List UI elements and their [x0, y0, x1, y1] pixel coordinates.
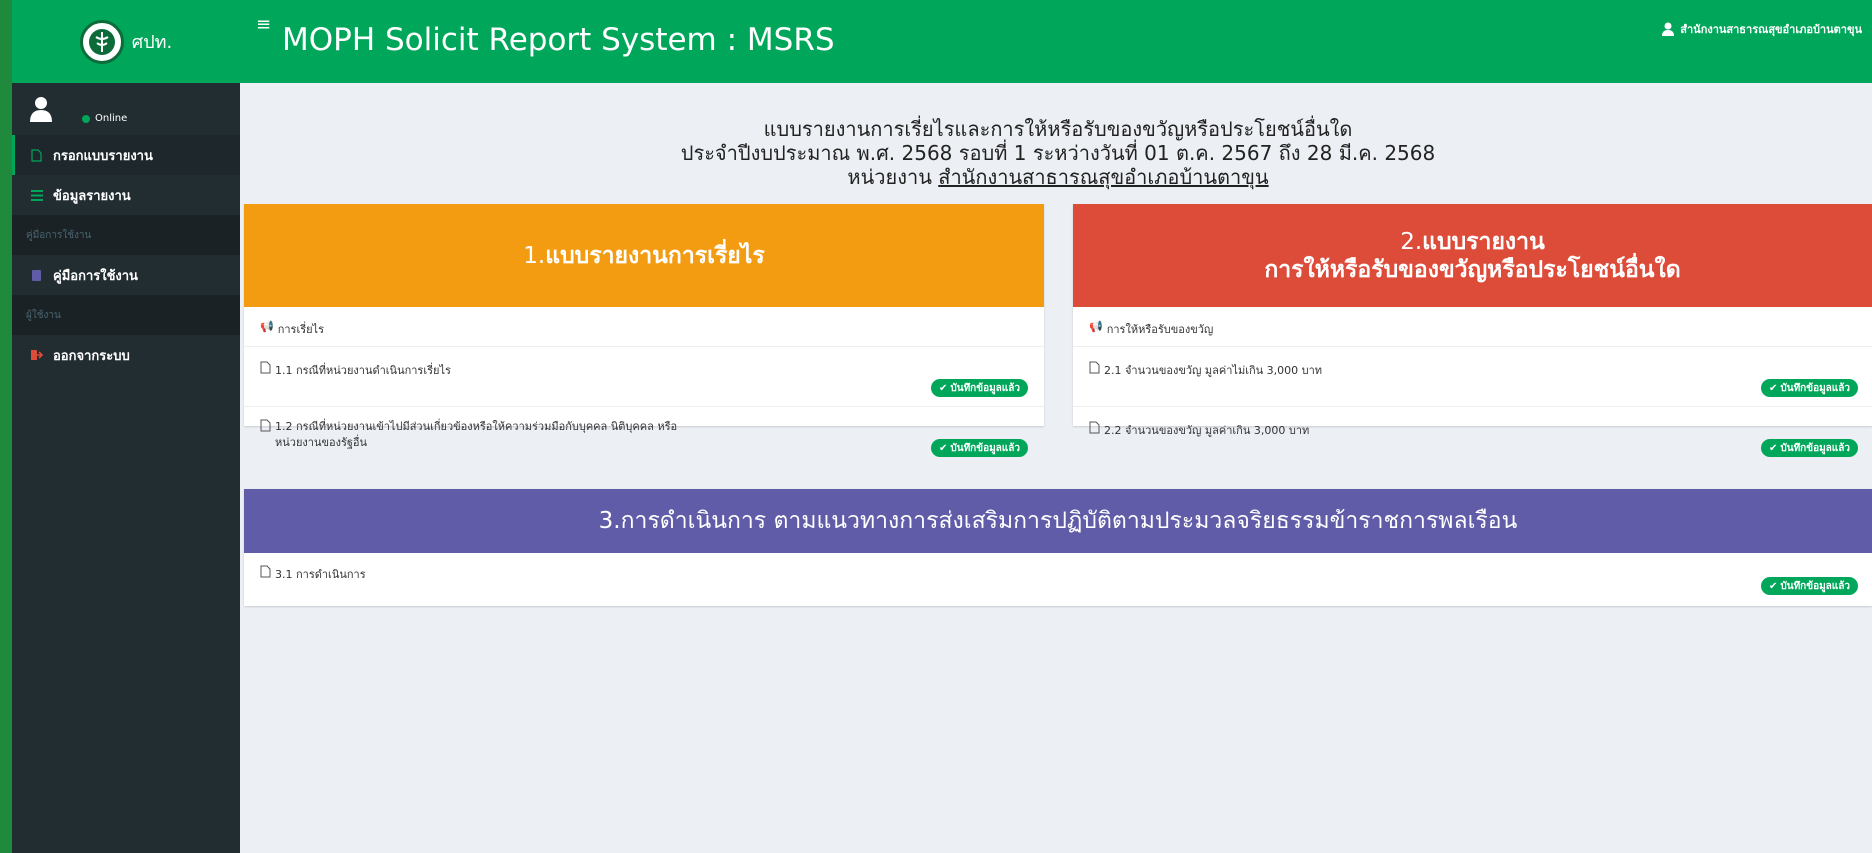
panel-solicitation: 1. แบบรายงานการเรี่ยไร 📢 การเรี่ยไร 1.1 ก… [244, 204, 1044, 457]
report-title: แบบรายงานการเรี่ยไรและการให้หรือรับของขว… [240, 117, 1872, 189]
panel-title-line1: แบบรายงาน [1422, 228, 1545, 255]
panel-header: 1. แบบรายงานการเรี่ยไร [244, 204, 1044, 307]
check-icon: ✔ [1769, 580, 1778, 592]
panel-ethics: 3. การดำเนินการ ตามแนวทางการส่งเสริมการปฏ… [244, 489, 1872, 606]
check-icon: ✔ [1769, 382, 1778, 394]
user-icon [1662, 22, 1675, 36]
section-row: 📢 การเรี่ยไร [244, 307, 1044, 347]
check-icon: ✔ [1769, 442, 1778, 454]
item-label: 2.1 จำนวนของขวัญ มูลค่าไม่เกิน 3,000 บาท [1104, 364, 1323, 377]
sidebar-item-logout[interactable]: ออกจากระบบ [12, 335, 240, 375]
file-icon [260, 419, 271, 432]
list-item[interactable]: 2.2 จำนวนของขวัญ มูลค่าเกิน 3,000 บาท ✔ บ… [1073, 407, 1872, 466]
file-icon [260, 361, 271, 374]
online-label: Online [95, 113, 128, 124]
sidebar-header-manual: คู่มือการใช้งาน [12, 215, 240, 255]
status-badge: ✔ บันทึกข้อมูลแล้ว [1761, 379, 1858, 397]
list-item[interactable]: 1.2 กรณีที่หน่วยงานเข้าไปมีส่วนเกี่ยวข้อ… [244, 407, 1044, 466]
unit-prefix: หน่วยงาน [847, 165, 932, 189]
item-label: 1.1 กรณีที่หน่วยงานดำเนินการเรี่ยไร [275, 364, 451, 377]
item-label: 3.1 การดำเนินการ [275, 568, 366, 581]
panel-header: 3. การดำเนินการ ตามแนวทางการส่งเสริมการปฏ… [244, 489, 1872, 553]
sidebar-item-label: ออกจากระบบ [53, 348, 130, 364]
panel-title: แบบรายงานการเรี่ยไร [545, 242, 765, 269]
sidebar: ศปท. Online กรอกแบบรายงาน ข้อมูลรายงาน ค… [12, 0, 240, 853]
sign-out-icon [30, 349, 43, 362]
moph-emblem-icon [79, 19, 124, 64]
section-row: 📢 การให้หรือรับของขวัญ [1073, 307, 1872, 347]
online-dot-icon [82, 114, 90, 123]
panel-gifts: 2.แบบรายงาน การให้หรือรับของขวัญหรือประโ… [1073, 204, 1872, 457]
list-item[interactable]: 3.1 การดำเนินการ ✔ บันทึกข้อมูลแล้ว [244, 553, 1872, 606]
main-content: แบบรายงานการเรี่ยไรและการให้หรือรับของขว… [240, 83, 1872, 853]
status-badge: ✔ บันทึกข้อมูลแล้ว [931, 439, 1028, 457]
list-item[interactable]: 1.1 กรณีที่หน่วยงานดำเนินการเรี่ยไร ✔ บัน… [244, 347, 1044, 407]
file-icon [30, 148, 43, 162]
sidebar-item-label: ข้อมูลรายงาน [53, 188, 131, 204]
sidebar-item-report-data[interactable]: ข้อมูลรายงาน [12, 175, 240, 215]
check-icon: ✔ [939, 442, 948, 454]
section-label: การให้หรือรับของขวัญ [1106, 323, 1214, 336]
section-label: การเรี่ยไร [277, 323, 325, 336]
list-icon [30, 189, 43, 202]
sidebar-item-label: กรอกแบบรายงาน [53, 148, 153, 164]
sidebar-header-user: ผู้ใช้งาน [12, 295, 240, 335]
panel-number: 2. [1400, 228, 1423, 255]
report-unit: หน่วยงาน สำนักงานสาธารณสุขอำเภอบ้านตาขุน [240, 165, 1872, 189]
report-title-line1: แบบรายงานการเรี่ยไรและการให้หรือรับของขว… [763, 117, 1353, 141]
list-item[interactable]: 2.1 จำนวนของขวัญ มูลค่าไม่เกิน 3,000 บาท… [1073, 347, 1872, 407]
user-name: สำนักงานสาธารณสุขอำเภอบ้านตาขุน [1680, 23, 1862, 36]
logo[interactable]: ศปท. [12, 0, 240, 83]
megaphone-icon: 📢 [1089, 320, 1103, 333]
megaphone-icon: 📢 [260, 320, 274, 333]
online-status: Online [82, 113, 127, 124]
status-badge: ✔ บันทึกข้อมูลแล้ว [1761, 439, 1858, 457]
sidebar-item-label: คู่มือการใช้งาน [53, 268, 138, 284]
panel-title: การดำเนินการ ตามแนวทางการส่งเสริมการปฏิบ… [620, 508, 1518, 534]
panel-title-line2: การให้หรือรับของขวัญหรือประโยชน์อื่นใด [1264, 256, 1681, 283]
status-badge: ✔ บันทึกข้อมูลแล้ว [931, 379, 1028, 397]
check-icon: ✔ [939, 382, 948, 394]
user-menu[interactable]: สำนักงานสาธารณสุขอำเภอบ้านตาขุน [1662, 20, 1862, 38]
book-icon [30, 269, 43, 282]
sidebar-item-fill-report[interactable]: กรอกแบบรายงาน [12, 135, 240, 175]
panel-number: 3. [598, 508, 621, 534]
app-title: MOPH Solicit Report System : MSRS [282, 22, 835, 58]
file-icon [1089, 361, 1100, 374]
menu-toggle-icon[interactable]: ≡ [256, 14, 271, 35]
panel-header: 2.แบบรายงาน การให้หรือรับของขวัญหรือประโ… [1073, 204, 1872, 307]
user-icon [30, 97, 52, 122]
panel-number: 1. [523, 242, 546, 269]
user-panel: Online [12, 83, 240, 135]
file-icon [260, 565, 271, 578]
top-header: ≡ MOPH Solicit Report System : MSRS สำนั… [240, 0, 1872, 83]
sidebar-item-manual[interactable]: คู่มือการใช้งาน [12, 255, 240, 295]
file-icon [1089, 421, 1100, 434]
logo-text: ศปท. [131, 32, 173, 53]
left-edge-strip [0, 0, 12, 853]
status-badge: ✔ บันทึกข้อมูลแล้ว [1761, 577, 1858, 595]
report-title-line2: ประจำปีงบประมาณ พ.ศ. 2568 รอบที่ 1 ระหว่… [680, 141, 1436, 165]
item-label: 1.2 กรณีที่หน่วยงานเข้าไปมีส่วนเกี่ยวข้อ… [275, 420, 678, 449]
unit-name: สำนักงานสาธารณสุขอำเภอบ้านตาขุน [938, 165, 1269, 189]
item-label: 2.2 จำนวนของขวัญ มูลค่าเกิน 3,000 บาท [1104, 424, 1310, 437]
